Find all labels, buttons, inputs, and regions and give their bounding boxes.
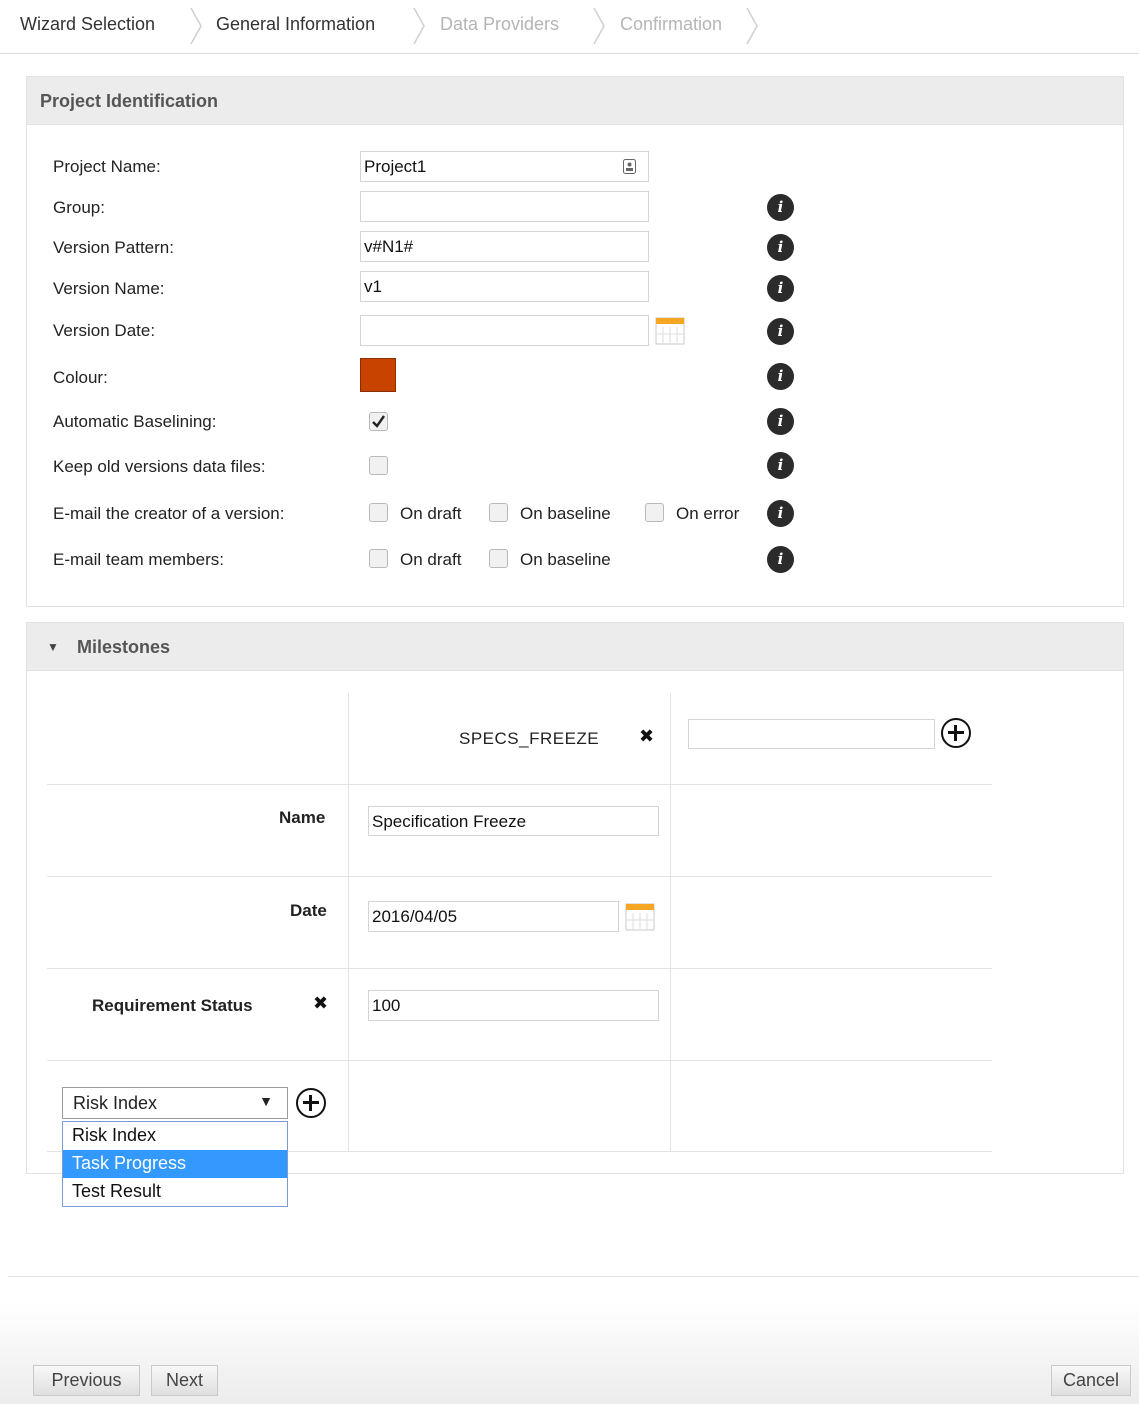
group-input[interactable] — [360, 191, 649, 222]
email-team-on-draft-checkbox[interactable] — [369, 549, 388, 568]
version-name-label: Version Name: — [53, 279, 165, 298]
collapse-triangle-icon[interactable]: ▼ — [47, 623, 59, 671]
milestone-name-label: Name — [279, 808, 326, 827]
dropdown-option-risk-index[interactable]: Risk Index — [63, 1122, 287, 1150]
add-milestone-icon[interactable] — [941, 718, 971, 748]
group-label: Group: — [53, 198, 105, 217]
step-wizard-selection[interactable]: Wizard Selection — [20, 14, 155, 35]
grid-divider — [670, 693, 671, 1151]
metric-dropdown-list: Risk Index Task Progress Test Result — [62, 1121, 288, 1207]
grid-divider — [348, 693, 349, 1151]
requirement-status-label: Requirement Status — [92, 996, 253, 1015]
new-milestone-input[interactable] — [688, 719, 935, 749]
info-icon[interactable]: i — [767, 452, 794, 479]
calendar-icon[interactable] — [655, 315, 685, 345]
email-team-label: E-mail team members: — [53, 550, 224, 569]
milestone-date-input[interactable]: 2016/04/05 — [368, 901, 619, 932]
dropdown-option-task-progress[interactable]: Task Progress — [63, 1150, 287, 1178]
keep-old-versions-label: Keep old versions data files: — [53, 457, 266, 476]
project-name-input[interactable]: Project1 — [360, 151, 649, 182]
email-creator-on-error-label: On error — [676, 504, 740, 523]
metric-select-value: Risk Index — [73, 1093, 158, 1113]
requirement-status-input[interactable]: 100 — [368, 990, 659, 1021]
info-icon[interactable]: i — [767, 318, 794, 345]
chevron-right-icon — [413, 7, 425, 45]
panel-title: Project Identification — [27, 77, 1123, 125]
wizard-breadcrumb: Wizard Selection General Information Dat… — [0, 0, 1139, 54]
step-data-providers: Data Providers — [440, 14, 560, 34]
milestone-code: SPECS_FREEZE — [459, 729, 600, 748]
remove-metric-icon[interactable]: ✖ — [313, 993, 328, 1014]
metric-select[interactable]: Risk Index ▼ — [62, 1087, 288, 1119]
grid-divider — [47, 1060, 992, 1061]
checkmark-icon — [372, 415, 385, 428]
panel-title: Milestones — [77, 637, 171, 657]
version-pattern-label: Version Pattern: — [53, 238, 174, 257]
info-icon[interactable]: i — [767, 234, 794, 261]
email-team-on-draft-label: On draft — [400, 550, 462, 569]
version-name-value: v1 — [364, 277, 382, 296]
email-creator-on-baseline-checkbox[interactable] — [489, 503, 508, 522]
milestone-date-label: Date — [290, 901, 327, 920]
step-general-information[interactable]: General Information — [216, 14, 375, 35]
milestones-header[interactable]: ▼ Milestones — [27, 623, 1123, 671]
dropdown-caret-icon: ▼ — [259, 1093, 273, 1109]
milestone-date-value: 2016/04/05 — [372, 907, 458, 926]
colour-swatch[interactable] — [360, 358, 396, 392]
email-creator-label: E-mail the creator of a version: — [53, 504, 285, 523]
email-creator-on-baseline-label: On baseline — [520, 504, 611, 523]
info-icon[interactable]: i — [767, 363, 794, 390]
next-button[interactable]: Next — [151, 1365, 218, 1396]
milestone-name-value: Specification Freeze — [372, 812, 527, 831]
footer-divider — [8, 1276, 1139, 1277]
chevron-right-icon — [593, 7, 605, 45]
version-date-input[interactable] — [360, 315, 649, 346]
email-creator-on-error-checkbox[interactable] — [645, 503, 664, 522]
requirement-status-value: 100 — [372, 996, 401, 1015]
automatic-baselining-label: Automatic Baselining: — [53, 412, 217, 431]
email-team-on-baseline-label: On baseline — [520, 550, 611, 569]
version-date-label: Version Date: — [53, 321, 156, 340]
info-icon[interactable]: i — [767, 194, 794, 221]
email-team-on-baseline-checkbox[interactable] — [489, 549, 508, 568]
info-icon[interactable]: i — [767, 408, 794, 435]
milestone-name-input[interactable]: Specification Freeze — [368, 806, 659, 836]
version-name-input[interactable]: v1 — [360, 271, 649, 302]
email-creator-on-draft-label: On draft — [400, 504, 462, 523]
add-metric-icon[interactable] — [296, 1088, 326, 1118]
info-icon[interactable]: i — [767, 546, 794, 573]
version-pattern-input[interactable]: v#N1# — [360, 231, 649, 262]
grid-divider — [47, 784, 992, 785]
keep-old-versions-checkbox[interactable] — [369, 456, 388, 475]
chevron-right-icon — [190, 7, 202, 45]
grid-divider — [47, 876, 992, 877]
step-confirmation: Confirmation — [620, 14, 723, 34]
previous-button[interactable]: Previous — [33, 1365, 140, 1396]
info-icon[interactable]: i — [767, 500, 794, 527]
colour-label: Colour: — [53, 368, 108, 387]
contact-card-icon[interactable] — [623, 159, 636, 174]
email-creator-on-draft-checkbox[interactable] — [369, 503, 388, 522]
cancel-button[interactable]: Cancel — [1051, 1365, 1131, 1396]
calendar-icon[interactable] — [625, 901, 655, 931]
project-name-label: Project Name: — [53, 157, 161, 176]
chevron-right-icon — [746, 7, 758, 45]
version-pattern-value: v#N1# — [364, 237, 414, 256]
project-name-value: Project1 — [364, 157, 427, 176]
automatic-baselining-checkbox[interactable] — [369, 412, 388, 431]
remove-milestone-icon[interactable]: ✖ — [639, 726, 654, 747]
info-icon[interactable]: i — [767, 275, 794, 302]
dropdown-option-test-result[interactable]: Test Result — [63, 1178, 287, 1206]
grid-divider — [47, 968, 992, 969]
